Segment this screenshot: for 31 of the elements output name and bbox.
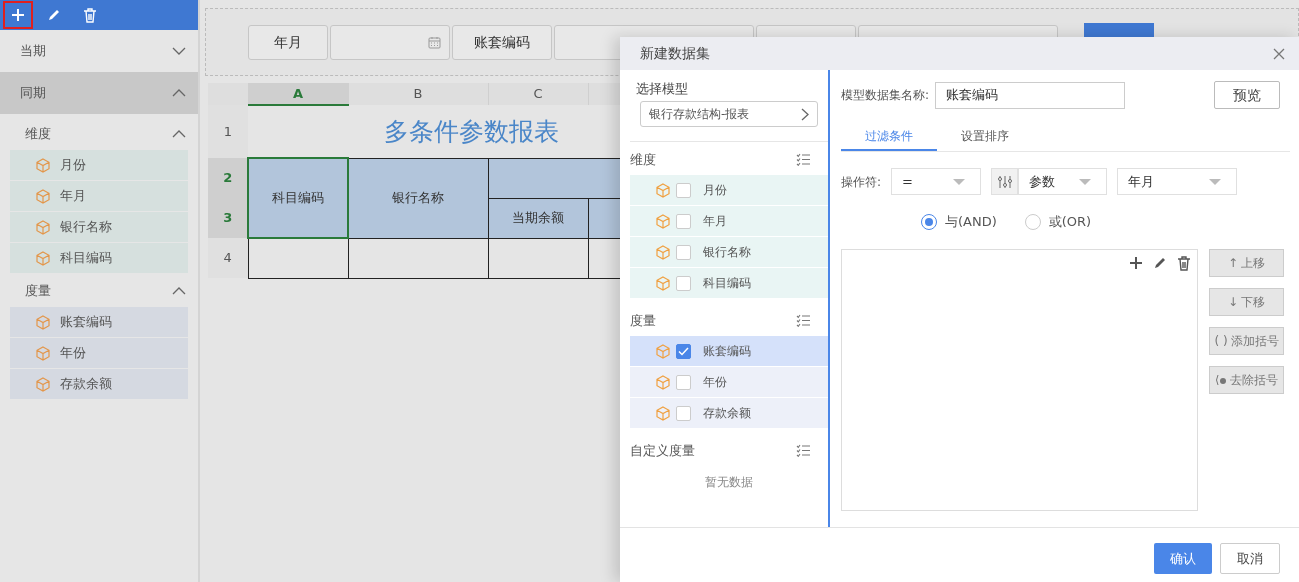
- field-label: 账套编码: [703, 343, 751, 360]
- header-cell: 银行名称: [348, 158, 488, 238]
- field-label: 科目编码: [60, 249, 112, 268]
- group-title: 维度: [630, 150, 656, 169]
- group-title: 度量: [630, 311, 656, 330]
- field-label: 年月: [703, 213, 727, 230]
- field-label: 账套编码: [60, 313, 112, 332]
- field-label: 月份: [703, 182, 727, 199]
- filter-label: 账套编码: [452, 24, 552, 60]
- field-label: 年份: [703, 374, 727, 391]
- field-label: 月份: [60, 156, 86, 175]
- sheet-title: 多条件参数报表: [384, 117, 559, 146]
- field-label: 年月: [60, 187, 86, 206]
- dialog-title: 新建数据集: [640, 44, 710, 63]
- field-label: 选择模型: [635, 80, 689, 98]
- section-title: 当期: [20, 42, 46, 61]
- group-title: 自定义度量: [630, 441, 695, 460]
- field-label: 操作符:: [841, 173, 882, 191]
- header-cell: 当期余额: [488, 198, 588, 238]
- group-title: 度量: [25, 282, 51, 301]
- filter-label: 年月: [248, 24, 328, 60]
- field-label: 科目编码: [703, 275, 751, 292]
- field-label: 年份: [60, 344, 86, 363]
- field-label: 存款余额: [703, 405, 751, 422]
- field-label: 银行名称: [703, 244, 751, 261]
- group-title: 维度: [25, 125, 51, 144]
- field-label: 存款余额: [60, 375, 112, 394]
- empty-text: 暂无数据: [705, 474, 753, 491]
- section-title: 同期: [20, 84, 46, 103]
- field-label: 模型数据集名称:: [841, 87, 930, 104]
- field-label: 银行名称: [60, 218, 112, 237]
